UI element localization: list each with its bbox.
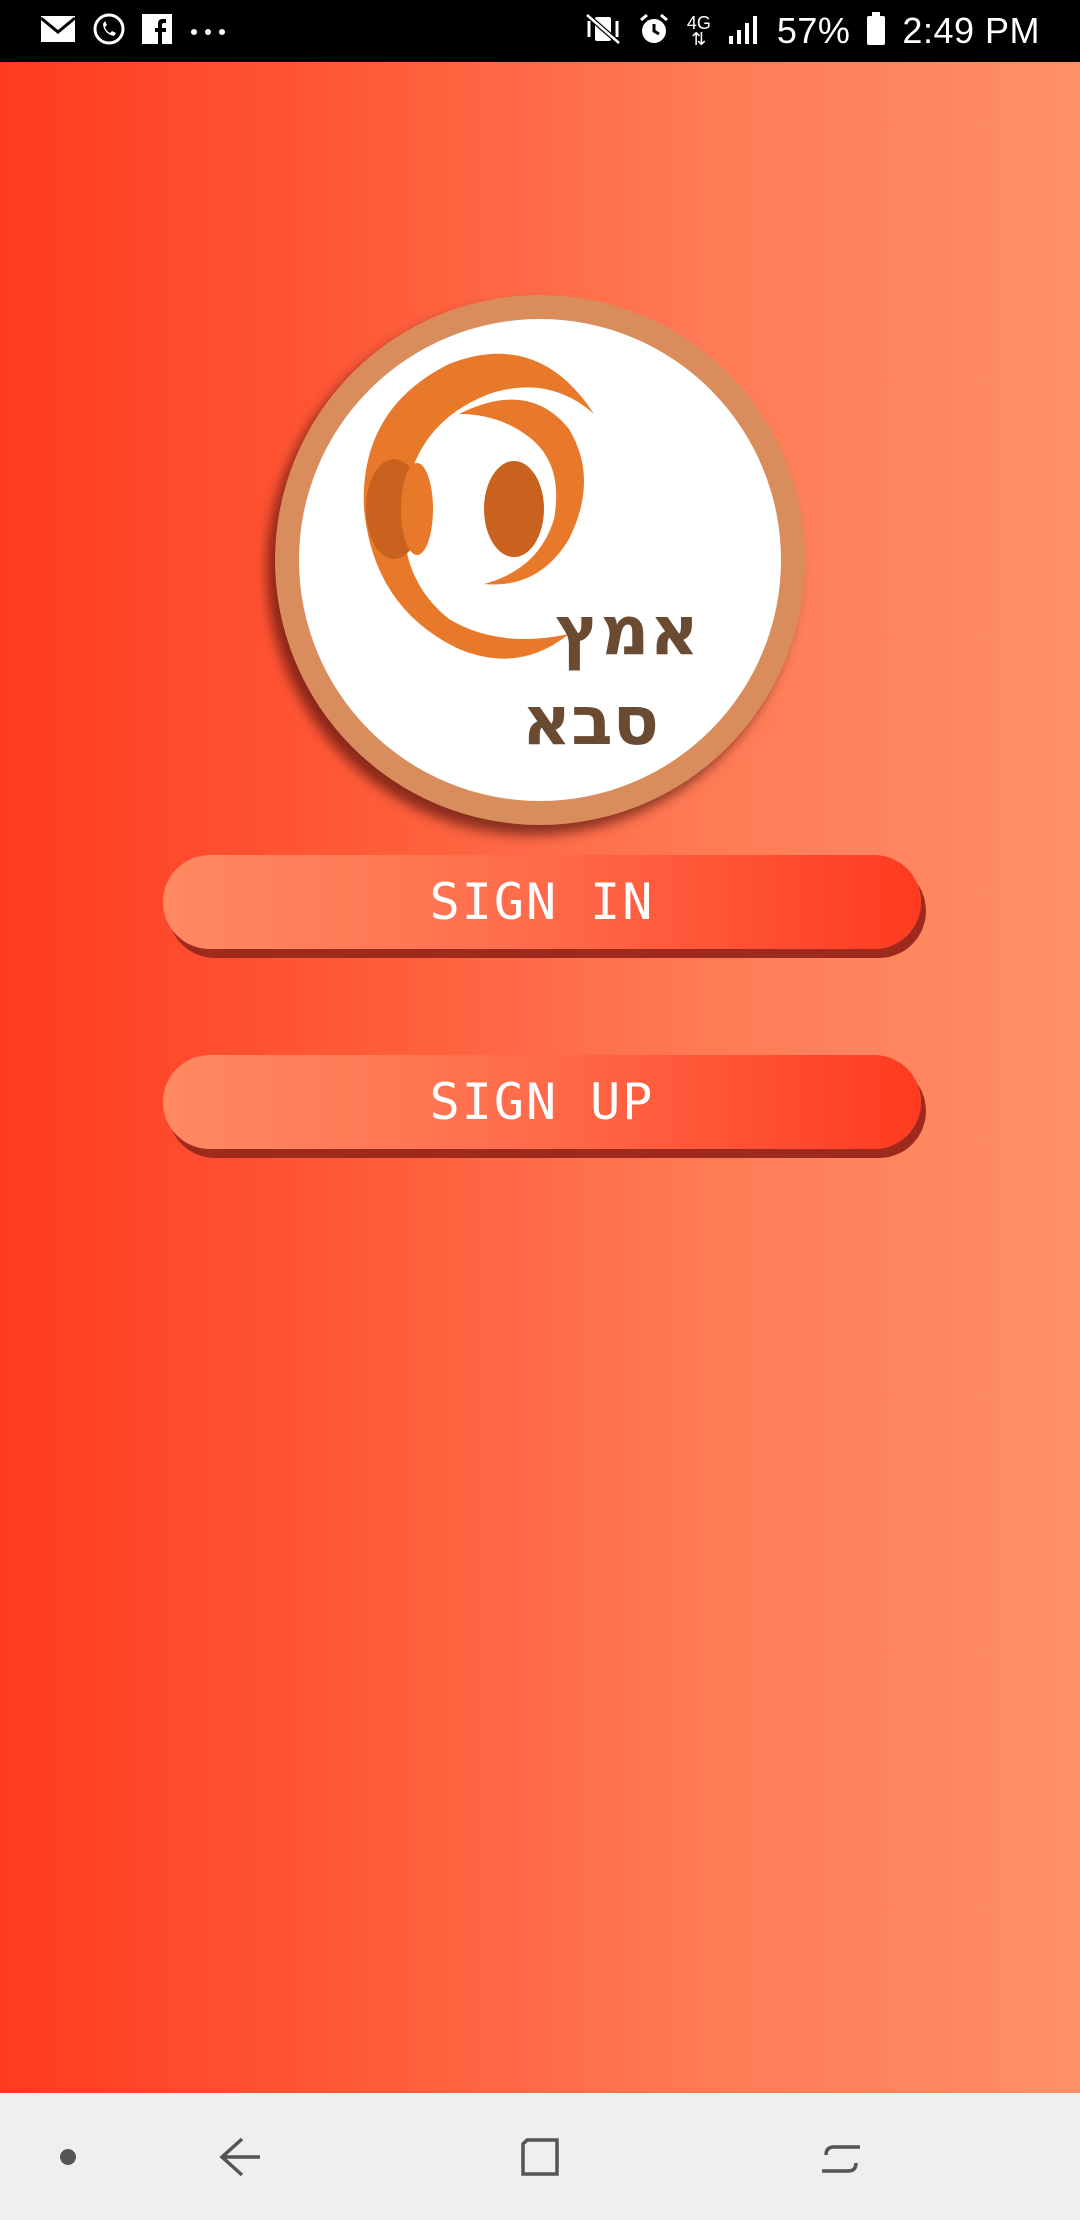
battery-icon bbox=[866, 12, 886, 50]
sign-in-label: SIGN IN bbox=[429, 873, 655, 931]
home-icon[interactable] bbox=[500, 2093, 580, 2220]
recents-icon[interactable] bbox=[802, 2093, 882, 2220]
back-icon[interactable] bbox=[200, 2093, 280, 2220]
gmail-icon bbox=[40, 14, 76, 48]
app-background: אמץ סבא SIGN IN SIGN UP bbox=[0, 62, 1080, 2093]
logo-right-eye bbox=[484, 461, 544, 557]
app-logo: אמץ סבא bbox=[275, 295, 805, 825]
facebook-icon bbox=[142, 14, 172, 48]
navigation-bar bbox=[0, 2093, 1080, 2220]
network-arrows-icon: 4G ⇅ bbox=[686, 13, 711, 49]
more-dots-icon bbox=[188, 22, 228, 41]
logo-text-line1: אמץ bbox=[555, 592, 699, 671]
status-right-icons: 4G ⇅ 57% 2:49 PM bbox=[585, 10, 1040, 52]
clock: 2:49 PM bbox=[902, 10, 1040, 51]
sign-in-button[interactable]: SIGN IN bbox=[163, 855, 921, 949]
vibrate-mute-icon bbox=[585, 13, 621, 49]
sign-up-button[interactable]: SIGN UP bbox=[163, 1055, 921, 1149]
status-left-icons bbox=[40, 12, 228, 50]
network-type: 4G bbox=[686, 13, 711, 33]
signal-icon bbox=[727, 14, 761, 48]
phone-call-icon bbox=[92, 12, 126, 50]
alarm-icon bbox=[637, 12, 671, 50]
logo-graphic: אמץ סבא bbox=[363, 353, 699, 761]
logo-circle: אמץ סבא bbox=[299, 319, 781, 801]
status-bar: 4G ⇅ 57% 2:49 PM bbox=[0, 0, 1080, 62]
dot-icon[interactable] bbox=[48, 2093, 88, 2220]
logo-text-line2: סבא bbox=[522, 682, 659, 761]
battery-percent: 57% bbox=[776, 10, 851, 51]
sign-up-label: SIGN UP bbox=[429, 1073, 655, 1131]
